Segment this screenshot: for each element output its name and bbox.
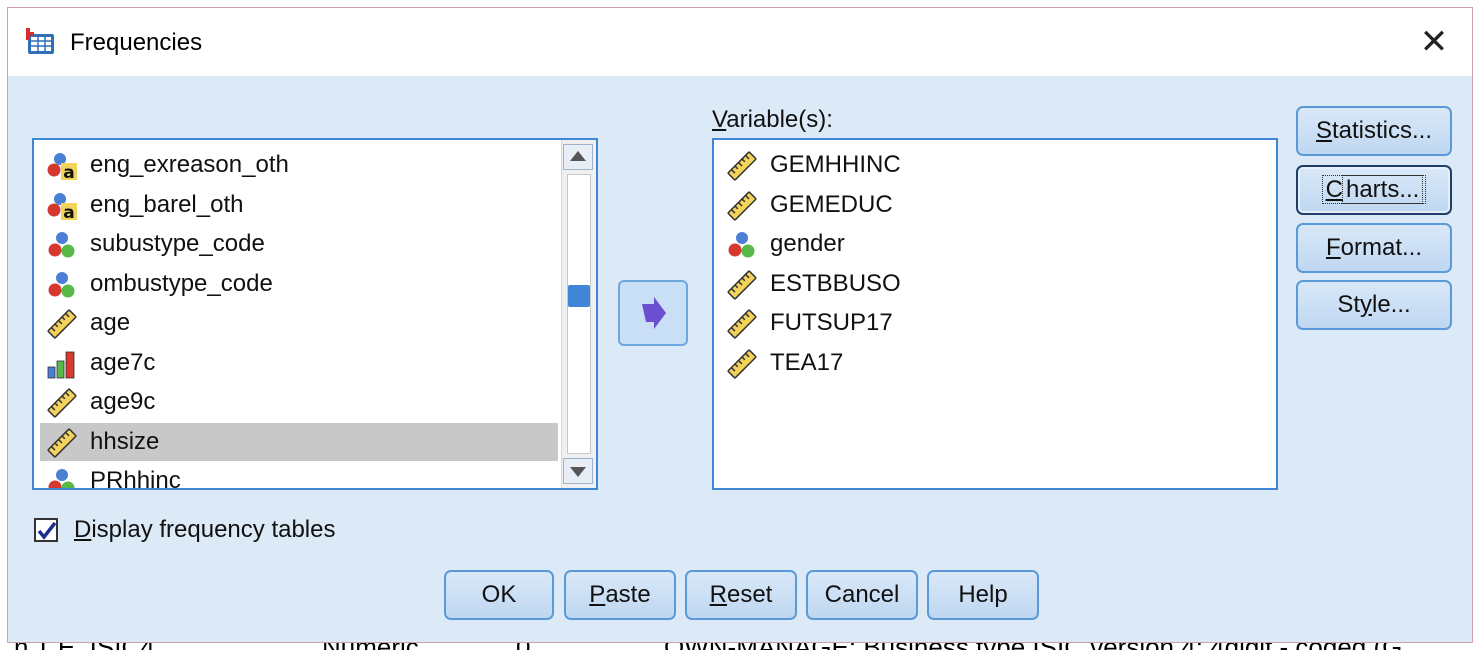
style-label-pre: St xyxy=(1337,291,1360,318)
list-item[interactable]: GEMHHINC xyxy=(720,146,1238,184)
source-variable-list[interactable]: a eng_exreason_oth a eng_barel_oth subustype… xyxy=(32,138,598,490)
scroll-up-button[interactable] xyxy=(563,144,593,170)
list-item[interactable]: ESTBBUSO xyxy=(720,265,1238,303)
scale-ruler-icon xyxy=(47,428,77,457)
nominal-string-icon: a xyxy=(47,192,77,221)
checkmark-icon xyxy=(37,521,57,540)
list-item[interactable]: FUTSUP17 xyxy=(720,304,1238,342)
frequencies-dialog: Frequencies ✕ a eng_exreason_oth a eng_bare… xyxy=(7,7,1473,643)
list-item-label: GEMHHINC xyxy=(770,151,901,178)
scale-ruler-icon xyxy=(47,388,77,418)
paste-button[interactable]: Paste xyxy=(564,570,676,620)
list-item-label: subustype_code xyxy=(90,230,265,257)
style-mnemonic: y xyxy=(1360,291,1372,318)
scale-ruler-icon xyxy=(727,309,757,339)
list-item[interactable]: hhsize xyxy=(40,422,558,461)
scale-ruler-icon xyxy=(727,349,757,378)
scale-ruler-icon xyxy=(47,309,77,339)
variables-label-rest: ariable(s): xyxy=(726,106,833,133)
list-item-label: PRhhinc xyxy=(90,467,181,490)
scroll-up-arrow-icon xyxy=(570,151,586,161)
cancel-button[interactable]: Cancel xyxy=(806,570,918,620)
list-item[interactable]: subustype_code xyxy=(40,225,558,263)
list-item[interactable]: a eng_barel_oth xyxy=(40,186,558,224)
list-item-label: age9c xyxy=(90,388,156,415)
display-frequency-tables-label: Display frequency tables xyxy=(74,516,336,543)
style-label: le... xyxy=(1372,291,1411,318)
list-item[interactable]: age9c xyxy=(40,383,558,421)
list-item-label: ombustype_code xyxy=(90,269,273,297)
ordinal-bars-icon xyxy=(47,351,75,378)
help-button[interactable]: Help xyxy=(927,570,1039,620)
nominal-icon xyxy=(728,232,755,258)
list-item-label: ESTBBUSO xyxy=(770,269,901,297)
list-item-label: age7c xyxy=(90,348,156,376)
list-item[interactable]: age xyxy=(40,304,558,342)
scale-ruler-icon xyxy=(727,191,757,220)
title-bar: Frequencies ✕ xyxy=(8,8,1472,76)
style-button[interactable]: Style... xyxy=(1296,280,1452,330)
list-item-label: hhsize xyxy=(90,427,160,455)
format-mnemonic: F xyxy=(1325,234,1341,261)
list-item-label: eng_exreason_oth xyxy=(90,151,289,178)
list-item[interactable]: a eng_exreason_oth xyxy=(40,146,558,184)
list-item[interactable]: PRhhinc xyxy=(40,462,558,490)
list-item-label: age xyxy=(90,309,131,336)
format-label: ormat... xyxy=(1340,234,1423,261)
arrow-right-icon xyxy=(642,297,666,329)
scroll-down-arrow-icon xyxy=(570,467,586,477)
list-item[interactable]: GEMEDUC xyxy=(720,186,1238,224)
scale-ruler-icon xyxy=(727,151,757,181)
close-button[interactable]: ✕ xyxy=(1416,24,1452,60)
variables-label: Variable(s): xyxy=(712,106,833,134)
selected-variables-list[interactable]: GEMHHINC GEMEDUC gender ESTBBUSO FUTSUP17 TEA… xyxy=(712,138,1278,490)
frequencies-app-icon xyxy=(26,28,54,54)
list-item[interactable]: TEA17 xyxy=(720,344,1238,382)
list-item-label: FUTSUP17 xyxy=(770,309,893,336)
scroll-down-button[interactable] xyxy=(563,458,593,484)
variables-label-mnemonic: V xyxy=(712,106,727,133)
source-list-scrollbar[interactable] xyxy=(561,140,596,488)
statistics-button[interactable]: Statistics... xyxy=(1296,106,1452,156)
format-button[interactable]: Format... xyxy=(1296,223,1452,273)
svg-text:a: a xyxy=(63,203,74,221)
nominal-icon xyxy=(48,232,75,258)
window-title: Frequencies xyxy=(70,29,203,56)
list-item-label: gender xyxy=(770,230,845,257)
scale-ruler-icon xyxy=(727,270,757,299)
scroll-track[interactable] xyxy=(567,174,591,454)
list-item-label: TEA17 xyxy=(770,348,844,376)
list-item[interactable]: gender xyxy=(720,225,1238,263)
list-item[interactable]: ombustype_code xyxy=(40,265,558,303)
statistics-label: tatistics... xyxy=(1331,117,1433,144)
statistics-mnemonic: S xyxy=(1315,117,1332,144)
nominal-string-icon: a xyxy=(47,153,77,181)
scroll-thumb[interactable] xyxy=(568,285,590,307)
nominal-icon xyxy=(48,469,75,488)
move-to-variables-button[interactable] xyxy=(618,280,688,346)
ok-button[interactable]: OK xyxy=(444,570,554,620)
list-item[interactable]: age7c xyxy=(40,344,558,382)
list-item-label: GEMEDUC xyxy=(770,190,893,218)
charts-label: harts... xyxy=(1341,175,1424,204)
svg-text:a: a xyxy=(63,163,74,181)
charts-button[interactable]: Charts... xyxy=(1296,165,1452,215)
reset-button[interactable]: Reset xyxy=(685,570,797,620)
nominal-icon xyxy=(48,271,75,297)
list-item-label: eng_barel_oth xyxy=(90,190,244,218)
charts-mnemonic: C xyxy=(1325,176,1343,203)
display-frequency-tables-checkbox[interactable] xyxy=(34,518,58,542)
